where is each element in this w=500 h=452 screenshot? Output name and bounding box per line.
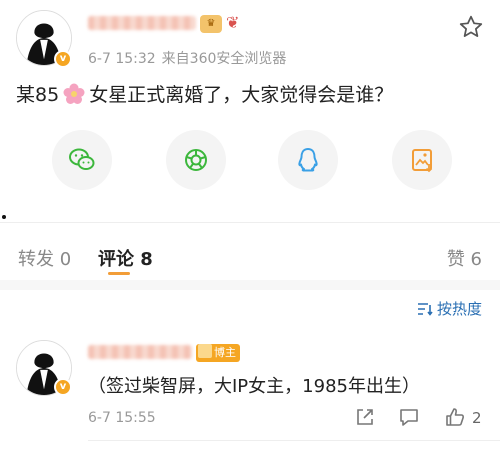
save-image-icon xyxy=(412,149,433,173)
moments-icon xyxy=(185,149,207,171)
tab-likes[interactable]: 赞 6 xyxy=(447,245,482,271)
comment-author-name-redacted[interactable] xyxy=(88,345,192,359)
post-text: 某85 女星正式离婚了，大家觉得会是谁？ xyxy=(16,80,393,107)
author-badge: 博主 xyxy=(196,344,240,362)
bow-icon: ❦ xyxy=(226,13,240,32)
repost-icon[interactable] xyxy=(354,406,376,428)
section-separator xyxy=(0,280,500,290)
crown-badge-icon xyxy=(198,344,212,358)
post-author-name-redacted[interactable] xyxy=(88,16,196,30)
post-text-before: 某85 xyxy=(16,84,60,106)
tabs-divider xyxy=(0,222,500,223)
sort-by-hot-button[interactable]: 按热度 xyxy=(417,298,482,319)
qq-icon xyxy=(298,148,318,172)
post-source: 来自360安全浏览器 xyxy=(161,51,287,67)
crown-badge-icon: ♛ xyxy=(200,15,222,33)
thumbs-up-icon[interactable] xyxy=(444,406,466,428)
post-text-after: 女星正式离婚了，大家觉得会是谁？ xyxy=(89,84,394,106)
tab-repost[interactable]: 转发 0 xyxy=(18,245,71,271)
wechat-icon xyxy=(69,148,95,170)
active-tab-indicator xyxy=(108,272,130,275)
cherry-blossom-emoji xyxy=(63,83,85,104)
comment-divider xyxy=(88,440,500,441)
verified-v-icon: v xyxy=(54,378,72,396)
share-wechat-button[interactable] xyxy=(52,130,112,190)
share-qq-button[interactable] xyxy=(278,130,338,190)
tab-comments[interactable]: 评论 8 xyxy=(98,245,153,271)
sort-label: 按热度 xyxy=(436,300,482,318)
share-save-image-button[interactable] xyxy=(392,130,452,190)
post-time: 6-7 15:32 xyxy=(88,51,156,67)
comment-text: （签过柴智屏，大IP女主，1985年出生） xyxy=(88,376,420,397)
reply-icon[interactable] xyxy=(398,406,420,428)
comment-like-count: 2 xyxy=(472,409,482,427)
verified-v-icon: v xyxy=(54,50,72,68)
star-icon[interactable] xyxy=(458,14,484,40)
sort-icon xyxy=(417,302,433,316)
share-moments-button[interactable] xyxy=(166,130,226,190)
divider-dot xyxy=(2,215,6,219)
author-badge-label: 博主 xyxy=(214,346,236,359)
post-meta: 6-7 15:32 来自360安全浏览器 xyxy=(88,48,292,68)
comment-time: 6-7 15:55 xyxy=(88,410,156,426)
